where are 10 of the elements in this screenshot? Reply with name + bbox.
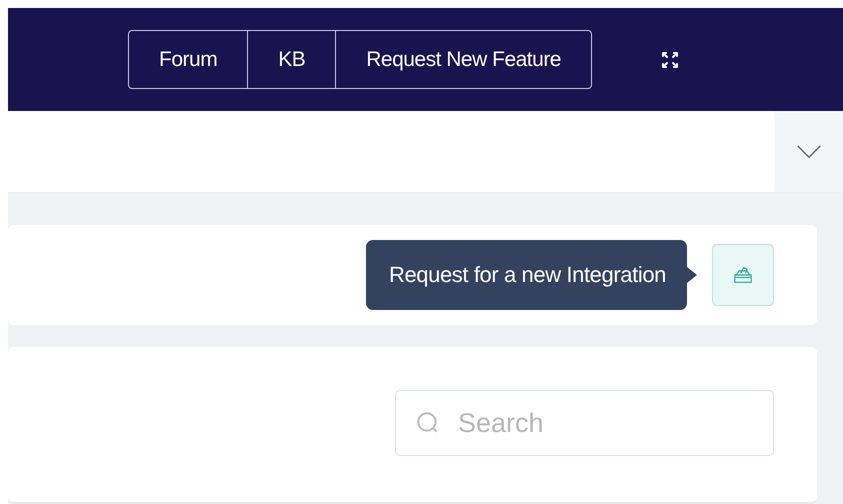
nav-link[interactable]: Request New Feature [335, 31, 591, 88]
fullscreen-icon[interactable] [660, 50, 680, 70]
tooltip-arrow [687, 267, 697, 283]
inbox-icon [733, 266, 753, 284]
nav-link[interactable]: Forum [129, 31, 248, 88]
chevron-down-icon [796, 144, 822, 158]
dropdown-toggle[interactable] [775, 111, 843, 192]
nav-link[interactable]: KB [247, 31, 336, 88]
search-field[interactable]: Search [395, 390, 774, 456]
request-integration-button[interactable] [712, 244, 774, 306]
